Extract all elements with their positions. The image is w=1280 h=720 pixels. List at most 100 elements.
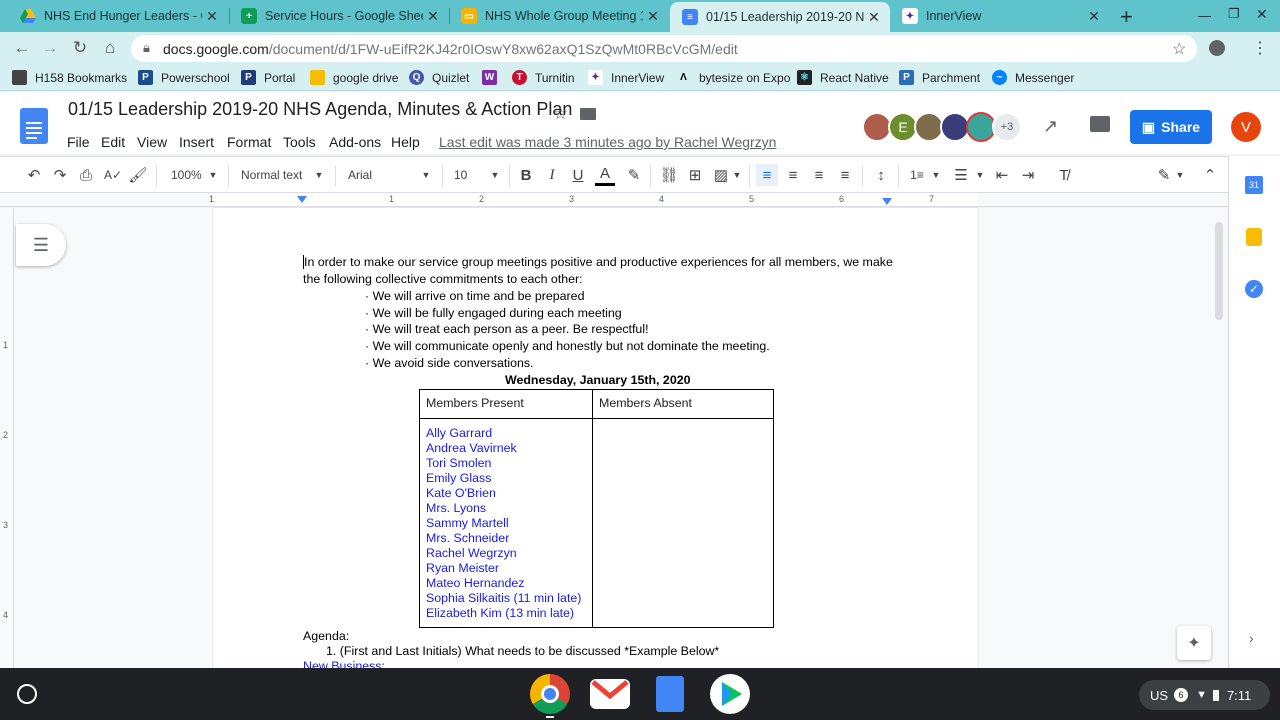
close-tab-icon[interactable]: ✕ bbox=[1084, 8, 1104, 25]
menu-tools[interactable]: Tools bbox=[283, 134, 316, 150]
table-header[interactable]: Members Present bbox=[419, 389, 593, 419]
address-bar[interactable]: 🔒︎ docs.google.com/document/d/1FW-uEifR2… bbox=[131, 35, 1197, 62]
chevron-down-icon[interactable]: ▼ bbox=[731, 164, 743, 186]
reload-icon[interactable]: ↻ bbox=[68, 36, 92, 60]
chevron-down-icon[interactable]: ▼ bbox=[206, 164, 220, 186]
left-indent-marker[interactable] bbox=[297, 196, 307, 203]
align-right-icon[interactable]: ≡ bbox=[809, 164, 829, 186]
numbered-list-icon[interactable]: 1≡ bbox=[907, 164, 927, 186]
play-store-icon[interactable] bbox=[710, 674, 750, 714]
expand-panel-icon[interactable]: › bbox=[1249, 630, 1254, 646]
document-title[interactable]: 01/15 Leadership 2019-20 NHS Agenda, Min… bbox=[68, 99, 572, 120]
close-window-icon[interactable]: ✕ bbox=[1256, 6, 1268, 23]
commitment-item[interactable]: · We avoid side conversations. bbox=[365, 356, 534, 370]
underline-icon[interactable]: U bbox=[568, 164, 588, 186]
agenda-item[interactable]: 1. (First and Last Initials) What needs … bbox=[326, 644, 719, 658]
launcher-icon[interactable] bbox=[17, 684, 37, 704]
line-spacing-icon[interactable]: ↕ bbox=[871, 164, 891, 186]
align-center-icon[interactable]: ≡ bbox=[783, 164, 803, 186]
user-avatar[interactable]: V bbox=[1231, 112, 1261, 142]
bookmark-quizlet[interactable]: Q Quizlet bbox=[409, 70, 469, 85]
comment-icon[interactable] bbox=[1090, 116, 1110, 132]
undo-icon[interactable]: ↶ bbox=[24, 164, 44, 186]
menu-file[interactable]: File bbox=[67, 134, 90, 150]
chrome-icon[interactable] bbox=[530, 674, 570, 714]
home-icon[interactable]: ⌂ bbox=[98, 36, 122, 60]
tab-service-hours[interactable]: + Service Hours - Google Sheets ✕ bbox=[229, 2, 449, 30]
print-icon[interactable]: ⎙ bbox=[76, 164, 96, 186]
explore-button[interactable]: ✦ bbox=[1177, 626, 1211, 660]
extension-icon[interactable] bbox=[1209, 40, 1225, 56]
italic-icon[interactable]: I bbox=[542, 164, 562, 186]
keep-icon[interactable] bbox=[1246, 228, 1262, 246]
system-tray[interactable]: US 6 ▼ 7:11 bbox=[1139, 680, 1270, 710]
tab-leadership-doc[interactable]: ≡ 01/15 Leadership 2019-20 NHS ✕ bbox=[670, 2, 890, 32]
forward-icon[interactable]: → bbox=[38, 36, 62, 60]
agenda-heading[interactable]: Agenda: bbox=[303, 629, 349, 643]
close-tab-icon[interactable]: ✕ bbox=[202, 8, 222, 25]
bookmark-turnitin[interactable]: T Turnitin bbox=[512, 70, 575, 85]
font-size-select[interactable]: 10 bbox=[454, 168, 467, 182]
tasks-icon[interactable]: ✓ bbox=[1245, 280, 1263, 298]
bookmark-w[interactable]: W bbox=[482, 70, 505, 85]
link-icon[interactable]: ⛓︎ bbox=[659, 164, 679, 186]
commitment-item[interactable]: · We will be fully engaged during each m… bbox=[365, 306, 622, 320]
close-tab-icon[interactable]: ✕ bbox=[864, 9, 884, 26]
more-collaborators-badge[interactable]: +3 bbox=[992, 112, 1022, 142]
bookmark-h158[interactable]: H158 Bookmarks bbox=[12, 70, 127, 85]
folder-icon[interactable] bbox=[580, 108, 596, 120]
bookmark-messenger[interactable]: ~ Messenger bbox=[992, 70, 1074, 85]
chevron-down-icon[interactable]: ▼ bbox=[1174, 164, 1186, 186]
commitment-item[interactable]: · We will treat each person as a peer. B… bbox=[365, 322, 649, 336]
attendance-table[interactable]: Members Present Members Absent Ally Garr… bbox=[419, 389, 774, 628]
activity-trend-icon[interactable]: ↗ bbox=[1043, 116, 1058, 137]
bookmark-react-native[interactable]: ⚛ React Native bbox=[797, 70, 889, 85]
bookmark-innerview[interactable]: ✦ InnerView bbox=[588, 70, 664, 85]
restore-icon[interactable]: ❐ bbox=[1228, 6, 1240, 22]
font-select[interactable]: Arial bbox=[348, 168, 372, 182]
tab-nhs-end-hunger[interactable]: NHS End Hunger Leaders - Goo ✕ bbox=[8, 2, 228, 30]
horizontal-ruler[interactable]: 1 1 2 3 4 5 6 7 bbox=[0, 193, 1228, 207]
menu-help[interactable]: Help bbox=[391, 134, 420, 150]
members-absent-cell[interactable] bbox=[592, 418, 774, 628]
bulleted-list-icon[interactable]: ☰ bbox=[951, 164, 971, 186]
menu-insert[interactable]: Insert bbox=[179, 134, 214, 150]
commitment-item[interactable]: · We will arrive on time and be prepared bbox=[365, 289, 584, 303]
menu-view[interactable]: View bbox=[137, 134, 167, 150]
kebab-menu-icon[interactable]: ⋮ bbox=[1252, 38, 1268, 58]
decrease-indent-icon[interactable]: ⇤ bbox=[992, 164, 1012, 186]
chevron-down-icon[interactable]: ▼ bbox=[488, 164, 502, 186]
bookmark-bytesize[interactable]: Λbytesize on Expo bbox=[676, 70, 790, 85]
tab-innerview[interactable]: ✦ InnerView ✕ bbox=[890, 2, 1110, 30]
star-icon[interactable]: ☆ bbox=[553, 104, 568, 124]
share-button[interactable]: ▣ Share bbox=[1130, 110, 1212, 144]
intro-line-1[interactable]: In order to make our service group meeti… bbox=[303, 255, 893, 269]
calendar-icon[interactable]: 31 bbox=[1245, 176, 1263, 194]
gmail-icon[interactable] bbox=[590, 679, 630, 709]
chevron-down-icon[interactable]: ▼ bbox=[312, 164, 326, 186]
chevron-down-icon[interactable]: ▼ bbox=[419, 164, 433, 186]
bookmark-portal[interactable]: P Portal bbox=[241, 70, 295, 85]
right-indent-marker[interactable] bbox=[882, 198, 892, 205]
new-tab-button[interactable]: + bbox=[1120, 4, 1133, 30]
scrollbar[interactable] bbox=[1215, 222, 1223, 320]
highlight-icon[interactable]: ✎ bbox=[624, 164, 644, 186]
zoom-select[interactable]: 100% bbox=[171, 168, 202, 182]
star-icon[interactable]: ☆ bbox=[1172, 39, 1186, 59]
editing-mode-icon[interactable]: ✎ bbox=[1154, 164, 1174, 186]
insert-comment-icon[interactable]: ⊞ bbox=[685, 164, 705, 186]
bookmark-parchment[interactable]: P Parchment bbox=[899, 70, 980, 85]
increase-indent-icon[interactable]: ⇥ bbox=[1018, 164, 1038, 186]
close-tab-icon[interactable]: ✕ bbox=[643, 8, 663, 25]
close-tab-icon[interactable]: ✕ bbox=[423, 8, 443, 25]
insert-image-icon[interactable]: ▨ bbox=[711, 164, 731, 186]
justify-icon[interactable]: ≡ bbox=[835, 164, 855, 186]
back-icon[interactable]: ← bbox=[10, 36, 34, 60]
new-business-heading[interactable]: New Business: bbox=[303, 659, 385, 668]
style-select[interactable]: Normal text bbox=[241, 168, 302, 182]
bookmark-powerschool[interactable]: P Powerschool bbox=[138, 70, 230, 85]
chevron-down-icon[interactable]: ▼ bbox=[974, 164, 986, 186]
table-header[interactable]: Members Absent bbox=[592, 389, 774, 419]
members-present-cell[interactable]: Ally Garrard Andrea Vavirnek Tori Smolen… bbox=[419, 418, 593, 628]
menu-format[interactable]: Format bbox=[227, 134, 271, 150]
